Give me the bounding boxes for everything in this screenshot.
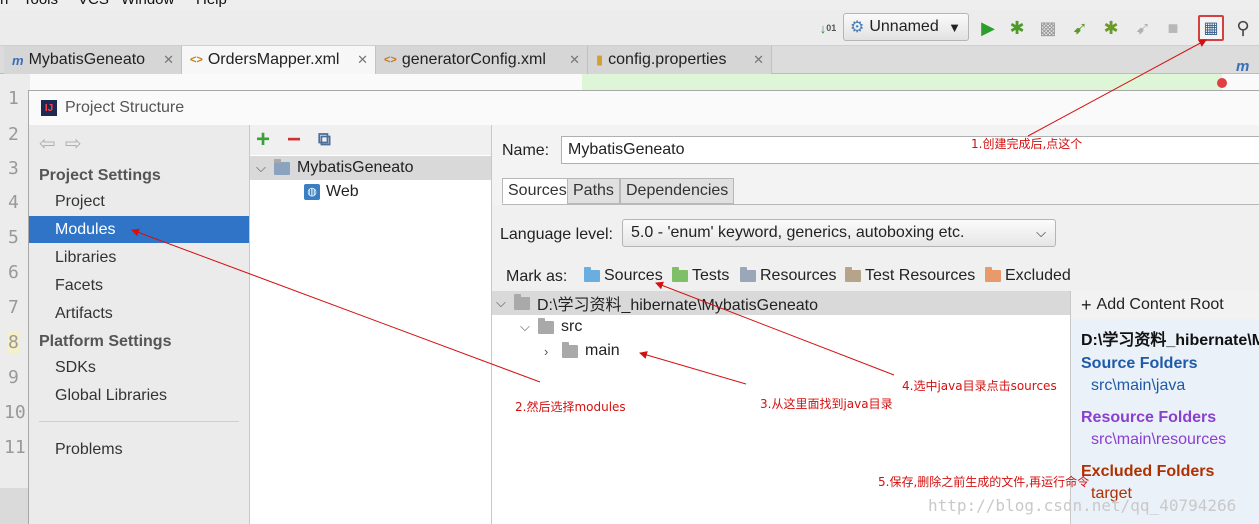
- annotation-step5: 5.保存,删除之前生成的文件,再运行命令: [878, 475, 1090, 489]
- arrow-step1: [1027, 39, 1207, 137]
- arrow-step4: [655, 281, 895, 376]
- annotation-step4: 4.选中java目录点击sources: [902, 379, 1057, 393]
- watermark: http://blog.csdn.net/qq_40794266: [928, 496, 1237, 515]
- arrow-step3: [639, 351, 747, 385]
- arrow-step2: [131, 228, 541, 383]
- annotation-step3: 3.从这里面找到java目录: [760, 397, 893, 411]
- annotation-arrows: [131, 39, 1207, 385]
- annotation-step1: 1.创建完成后,点这个: [971, 137, 1083, 151]
- annotation-step2: 2.然后选择modules: [515, 400, 626, 414]
